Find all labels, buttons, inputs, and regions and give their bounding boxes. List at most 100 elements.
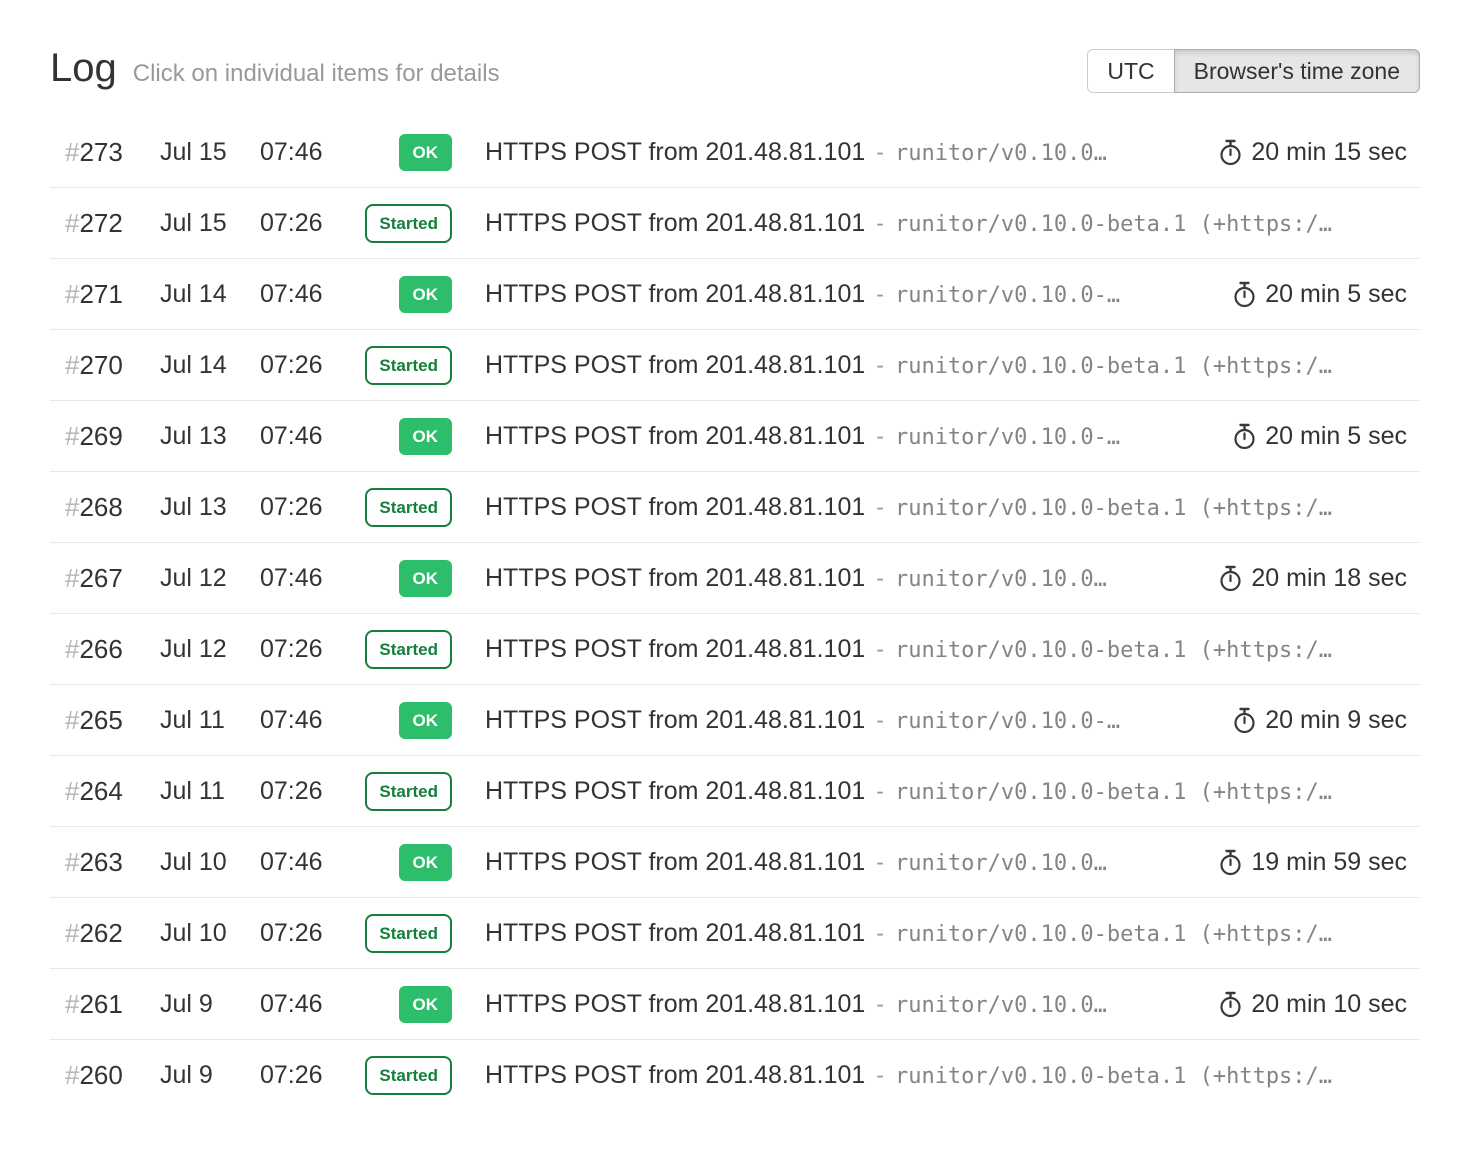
event-number: #261 (65, 989, 160, 1020)
separator-dash: - (876, 920, 884, 946)
event-date: Jul 9 (160, 1061, 260, 1090)
user-agent-text: runitor/v0.10.0-beta.1 (+https:/… (895, 212, 1332, 237)
event-time: 07:46 (260, 564, 330, 593)
hash-prefix: # (65, 989, 79, 1019)
request-summary: HTTPS POST from 201.48.81.101 (485, 138, 865, 166)
stopwatch-icon (1218, 991, 1243, 1018)
status-badge: Started (365, 630, 452, 669)
stopwatch-icon (1218, 139, 1243, 166)
status-badge-cell: Started (365, 204, 452, 243)
user-agent-text: runitor/v0.10.0-beta.1 (+https:/… (895, 922, 1332, 947)
status-badge-cell: Started (365, 1056, 452, 1095)
event-number: #270 (65, 350, 160, 381)
utc-button[interactable]: UTC (1087, 49, 1174, 93)
event-description: HTTPS POST from 201.48.81.101-runitor/v0… (452, 138, 1196, 167)
user-agent-text: runitor/v0.10.0… (895, 851, 1107, 876)
event-number: #262 (65, 918, 160, 949)
user-agent-text: runitor/v0.10.0-beta.1 (+https:/… (895, 496, 1332, 521)
separator-dash: - (876, 494, 884, 520)
user-agent-text: runitor/v0.10.0-beta.1 (+https:/… (895, 780, 1332, 805)
hash-prefix: # (65, 563, 79, 593)
hash-prefix: # (65, 421, 79, 451)
separator-dash: - (876, 849, 884, 875)
duration-text: 20 min 18 sec (1251, 564, 1407, 593)
separator-dash: - (876, 1062, 884, 1088)
log-row[interactable]: #260Jul 907:26StartedHTTPS POST from 201… (50, 1040, 1420, 1111)
hash-prefix: # (65, 776, 79, 806)
event-date: Jul 13 (160, 422, 260, 451)
status-badge-cell: OK (399, 844, 453, 881)
hash-prefix: # (65, 492, 79, 522)
status-badge: OK (399, 134, 453, 171)
duration-text: 19 min 59 sec (1251, 848, 1407, 877)
request-summary: HTTPS POST from 201.48.81.101 (485, 706, 865, 734)
user-agent-text: runitor/v0.10.0… (895, 141, 1107, 166)
event-description: HTTPS POST from 201.48.81.101-runitor/v0… (452, 990, 1196, 1019)
event-time: 07:26 (260, 351, 330, 380)
status-badge: Started (365, 1056, 452, 1095)
status-badge: OK (399, 702, 453, 739)
event-number: #265 (65, 705, 160, 736)
status-badge-cell: Started (365, 488, 452, 527)
request-summary: HTTPS POST from 201.48.81.101 (485, 777, 865, 805)
separator-dash: - (876, 423, 884, 449)
log-row[interactable]: #269Jul 1307:46OKHTTPS POST from 201.48.… (50, 401, 1420, 472)
log-row[interactable]: #261Jul 907:46OKHTTPS POST from 201.48.8… (50, 969, 1420, 1040)
event-date: Jul 11 (160, 777, 260, 806)
hash-prefix: # (65, 1060, 79, 1090)
duration-text: 20 min 9 sec (1265, 706, 1407, 735)
separator-dash: - (876, 210, 884, 236)
user-agent-text: runitor/v0.10.0-… (895, 709, 1120, 734)
event-time: 07:26 (260, 635, 330, 664)
event-duration: 20 min 5 sec (1210, 280, 1407, 309)
event-date: Jul 14 (160, 280, 260, 309)
event-time: 07:46 (260, 848, 330, 877)
event-date: Jul 11 (160, 706, 260, 735)
status-badge-cell: Started (365, 630, 452, 669)
event-time: 07:46 (260, 990, 330, 1019)
separator-dash: - (876, 352, 884, 378)
user-agent-text: runitor/v0.10.0-… (895, 425, 1120, 450)
log-row[interactable]: #273Jul 1507:46OKHTTPS POST from 201.48.… (50, 117, 1420, 188)
log-row[interactable]: #270Jul 1407:26StartedHTTPS POST from 20… (50, 330, 1420, 401)
log-row[interactable]: #271Jul 1407:46OKHTTPS POST from 201.48.… (50, 259, 1420, 330)
status-badge: OK (399, 276, 453, 313)
status-badge-cell: OK (399, 560, 453, 597)
status-badge: OK (399, 844, 453, 881)
request-summary: HTTPS POST from 201.48.81.101 (485, 351, 865, 379)
status-badge-cell: OK (399, 134, 453, 171)
hash-prefix: # (65, 208, 79, 238)
event-number: #273 (65, 137, 160, 168)
event-date: Jul 15 (160, 209, 260, 238)
separator-dash: - (876, 636, 884, 662)
hash-prefix: # (65, 847, 79, 877)
request-summary: HTTPS POST from 201.48.81.101 (485, 1061, 865, 1089)
event-description: HTTPS POST from 201.48.81.101-runitor/v0… (452, 1061, 1407, 1090)
log-row[interactable]: #264Jul 1107:26StartedHTTPS POST from 20… (50, 756, 1420, 827)
log-row[interactable]: #267Jul 1207:46OKHTTPS POST from 201.48.… (50, 543, 1420, 614)
title-wrap: Log Click on individual items for detail… (50, 46, 500, 90)
stopwatch-icon (1232, 423, 1257, 450)
log-row[interactable]: #262Jul 1007:26StartedHTTPS POST from 20… (50, 898, 1420, 969)
page-header: Log Click on individual items for detail… (50, 0, 1420, 93)
log-row[interactable]: #265Jul 1107:46OKHTTPS POST from 201.48.… (50, 685, 1420, 756)
event-description: HTTPS POST from 201.48.81.101-runitor/v0… (452, 919, 1407, 948)
status-badge: OK (399, 986, 453, 1023)
log-table: #273Jul 1507:46OKHTTPS POST from 201.48.… (50, 117, 1420, 1111)
status-badge-cell: Started (365, 772, 452, 811)
request-summary: HTTPS POST from 201.48.81.101 (485, 280, 865, 308)
stopwatch-icon (1218, 565, 1243, 592)
log-row[interactable]: #272Jul 1507:26StartedHTTPS POST from 20… (50, 188, 1420, 259)
log-row[interactable]: #268Jul 1307:26StartedHTTPS POST from 20… (50, 472, 1420, 543)
event-number: #269 (65, 421, 160, 452)
event-duration: 20 min 18 sec (1196, 564, 1407, 593)
log-row[interactable]: #263Jul 1007:46OKHTTPS POST from 201.48.… (50, 827, 1420, 898)
event-description: HTTPS POST from 201.48.81.101-runitor/v0… (452, 706, 1210, 735)
browser-timezone-button[interactable]: Browser's time zone (1174, 49, 1420, 93)
event-description: HTTPS POST from 201.48.81.101-runitor/v0… (452, 280, 1210, 309)
event-number: #260 (65, 1060, 160, 1091)
status-badge: OK (399, 560, 453, 597)
log-row[interactable]: #266Jul 1207:26StartedHTTPS POST from 20… (50, 614, 1420, 685)
event-date: Jul 13 (160, 493, 260, 522)
event-duration: 20 min 10 sec (1196, 990, 1407, 1019)
